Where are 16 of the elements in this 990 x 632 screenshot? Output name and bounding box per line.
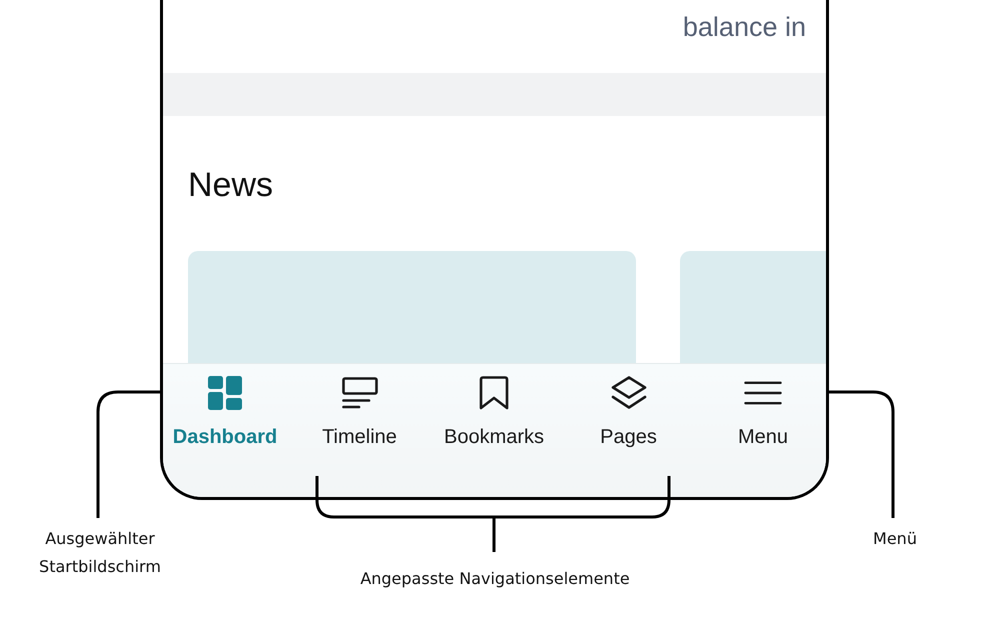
layers-icon [610,376,646,410]
grid-icon [207,376,243,410]
news-card[interactable] [680,251,826,363]
nav-tab[interactable]: Dashboard [163,376,287,449]
section-title: News [188,165,274,205]
news-card[interactable] [188,251,636,363]
text-lines-icon [342,376,378,410]
nav-tab[interactable]: Bookmarks [432,376,556,449]
selected-home-note: Ausgewählter Startbildschirm [38,528,162,578]
nav-items-note: Angepasste Navigationselemente [359,568,631,590]
menu-note: Menü [872,528,918,550]
menu-icon [744,381,782,405]
nav-tab[interactable]: Menu [701,376,825,449]
nav-tab[interactable]: Timeline [298,376,422,449]
nav-tab[interactable]: Pages [566,376,690,449]
intro-text: balance in [682,11,806,43]
